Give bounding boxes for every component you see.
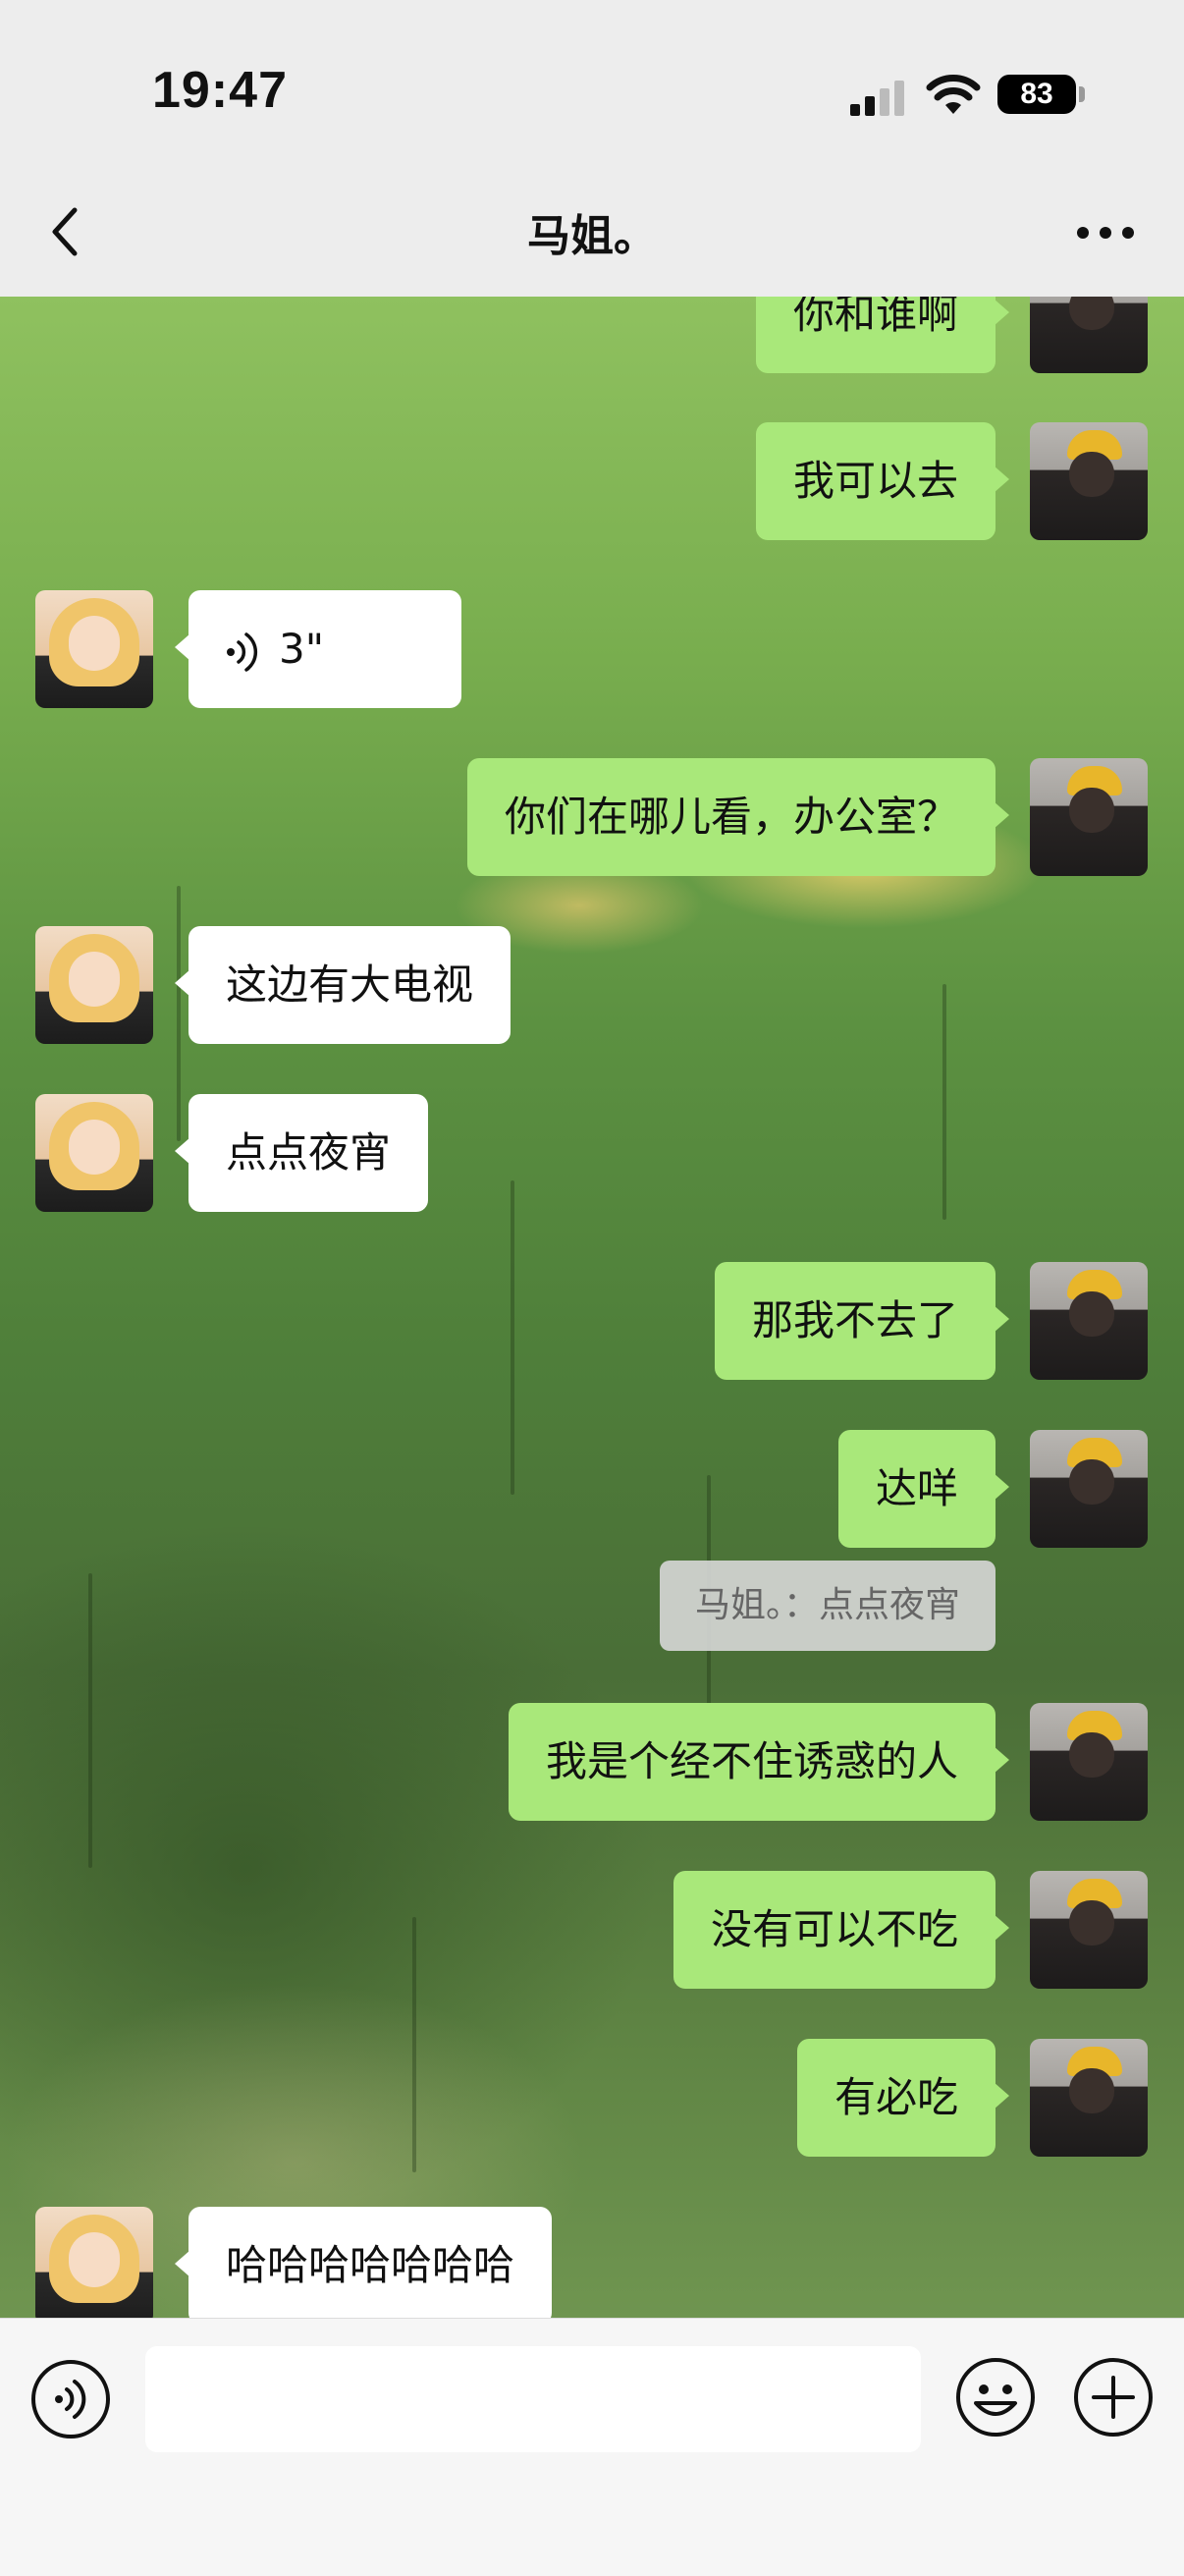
avatar[interactable] [1030,2039,1148,2157]
avatar[interactable] [1030,1262,1148,1380]
message-bubble[interactable]: 点点夜宵 [174,1094,429,1212]
message-row: 你们在哪儿看，办公室？ [0,758,1184,876]
avatar[interactable] [1030,1871,1148,1989]
cellular-signal-icon [850,81,904,116]
message-bubble[interactable]: 没有可以不吃 [673,1871,1010,1989]
chat-header: 马姐。 [0,167,1184,298]
chat-message-list[interactable]: 你和谁啊 我可以去 3" 你们在哪儿看，办公室？ 这边有大电视 点点夜宵 那我不 [0,297,1184,2318]
wifi-icon [926,75,981,114]
message-row: 这边有大电视 [0,926,1184,1044]
message-row: 没有可以不吃 [0,1871,1184,1989]
message-row: 达咩 马姐。：点点夜宵 [0,1430,1184,1666]
message-bubble[interactable]: 达咩 [837,1430,1010,1548]
message-bubble[interactable]: 哈哈哈哈哈哈哈 [174,2207,553,2318]
avatar[interactable] [1030,1430,1148,1548]
message-row: 我是个经不住诱惑的人 [0,1703,1184,1821]
message-bubble[interactable]: 那我不去了 [714,1262,1010,1380]
message-row: 3" [0,590,1184,708]
ellipsis-icon[interactable] [1076,226,1135,240]
voice-wave-icon [227,631,258,672]
message-bubble[interactable]: 我是个经不住诱惑的人 [508,1703,1010,1821]
message-text-input[interactable] [145,2346,921,2452]
message-bubble[interactable]: 你们在哪儿看，办公室？ [466,758,1010,876]
voice-wave-icon[interactable] [29,2358,112,2440]
avatar[interactable] [35,590,153,708]
message-bubble[interactable]: 有必吃 [796,2039,1010,2157]
message-bubble[interactable]: 我可以去 [755,422,1010,540]
quoted-message[interactable]: 马姐。：点点夜宵 [659,1561,996,1651]
battery-tip [1079,86,1085,102]
voice-message-bubble[interactable]: 3" [175,590,461,708]
status-bar: 19:47 83 [0,0,1184,167]
message-bubble[interactable]: 你和谁啊 [755,297,1010,373]
avatar[interactable] [35,1094,153,1212]
battery-indicator: 83 [997,75,1076,114]
message-row: 你和谁啊 [0,297,1184,373]
avatar[interactable] [35,2207,153,2318]
chat-title: 马姐。 [527,211,657,261]
voice-duration: 3" [279,625,325,673]
smiley-icon[interactable] [954,2356,1037,2439]
message-row: 有必吃 [0,2039,1184,2157]
avatar[interactable] [1030,1703,1148,1821]
message-row: 哈哈哈哈哈哈哈 [0,2207,1184,2318]
message-bubble[interactable]: 这边有大电视 [174,926,511,1044]
message-row: 点点夜宵 [0,1094,1184,1212]
message-input-bar [0,2318,1184,2576]
avatar[interactable] [35,926,153,1044]
message-row: 那我不去了 [0,1262,1184,1380]
status-time: 19:47 [152,62,288,119]
avatar[interactable] [1030,297,1148,373]
avatar[interactable] [1030,422,1148,540]
message-row: 我可以去 [0,422,1184,540]
plus-circle-icon[interactable] [1072,2356,1155,2439]
avatar[interactable] [1030,758,1148,876]
